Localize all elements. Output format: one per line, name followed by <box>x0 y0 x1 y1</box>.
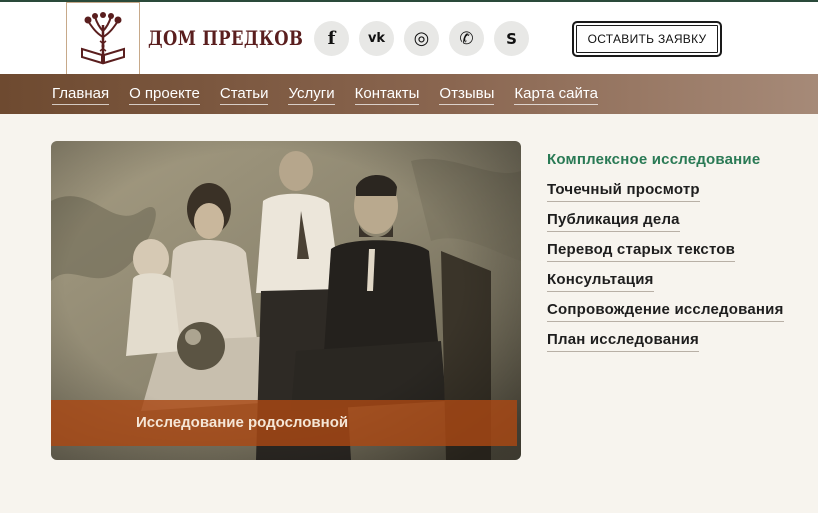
instagram-icon[interactable]: ◎ <box>404 21 439 56</box>
main-nav: Главная О проекте Статьи Услуги Контакты… <box>0 74 818 114</box>
nav-item-articles[interactable]: Статьи <box>219 85 269 105</box>
whatsapp-icon[interactable]: ✆ <box>449 21 484 56</box>
nav-item-services[interactable]: Услуги <box>288 85 335 105</box>
skype-icon[interactable]: S <box>494 21 529 56</box>
nav-item-reviews[interactable]: Отзывы <box>439 85 495 105</box>
service-item-point-review[interactable]: Точечный просмотр <box>547 181 700 202</box>
tree-book-icon <box>81 12 125 65</box>
nav-item-about[interactable]: О проекте <box>129 85 200 105</box>
service-item-translation[interactable]: Перевод старых текстов <box>547 241 736 262</box>
nav-item-sitemap[interactable]: Карта сайта <box>514 85 598 105</box>
nav-item-contacts[interactable]: Контакты <box>354 85 420 105</box>
logo-text: ДОМ ПРЕДКОВ <box>148 26 304 50</box>
service-item-consultation[interactable]: Консультация <box>547 271 654 292</box>
request-button[interactable]: ОСТАВИТЬ ЗАЯВКУ <box>572 21 722 57</box>
facebook-icon[interactable]: f <box>314 21 349 56</box>
nav-item-home[interactable]: Главная <box>52 85 110 105</box>
service-item-publication[interactable]: Публикация дела <box>547 211 680 232</box>
service-item-plan[interactable]: План исследования <box>547 331 699 352</box>
service-item-complex[interactable]: Комплексное исследование <box>547 151 760 172</box>
vk-icon[interactable]: vk <box>359 21 394 56</box>
hero-photo[interactable]: Исследование родословной <box>51 141 521 460</box>
hero-caption: Исследование родословной <box>136 414 349 431</box>
site-header: ДОМ ПРЕДКОВ f vk ◎ ✆ S ОСТАВИТЬ ЗАЯВКУ <box>0 2 818 76</box>
services-list: Комплексное исследование Точечный просмо… <box>547 149 784 359</box>
service-item-support[interactable]: Сопровождение исследования <box>547 301 784 322</box>
logo[interactable] <box>66 2 140 76</box>
social-links: f vk ◎ ✆ S <box>314 21 529 56</box>
